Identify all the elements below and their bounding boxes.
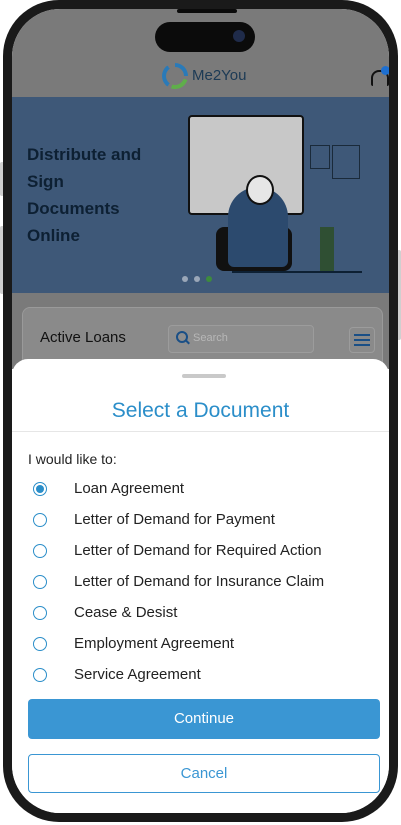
document-options: Loan Agreement Letter of Demand for Paym…	[28, 475, 378, 692]
radio-selected[interactable]	[33, 482, 47, 496]
option-loan-agreement[interactable]: Loan Agreement	[28, 475, 378, 506]
sheet-divider	[12, 431, 389, 432]
carousel-dots[interactable]	[182, 269, 218, 287]
brand-name: Me2You	[192, 67, 247, 84]
option-label: Letter of Demand for Payment	[74, 511, 275, 528]
cancel-button[interactable]: Cancel	[28, 754, 380, 793]
radio-unselected[interactable]	[33, 668, 47, 682]
filter-line	[354, 334, 370, 336]
radio-unselected[interactable]	[33, 606, 47, 620]
illustration-floor	[232, 271, 362, 273]
option-label: Service Agreement	[74, 666, 201, 683]
radio-unselected[interactable]	[33, 637, 47, 651]
carousel-dot-active[interactable]	[206, 276, 212, 282]
camera-icon	[233, 30, 245, 42]
document-select-sheet: Select a Document I would like to: Loan …	[12, 359, 389, 813]
banner-headline: Distribute and Sign Documents Online	[27, 145, 142, 245]
option-employment-agreement[interactable]: Employment Agreement	[28, 630, 378, 661]
radio-unselected[interactable]	[33, 513, 47, 527]
radio-unselected[interactable]	[33, 544, 47, 558]
bell-icon[interactable]	[369, 66, 389, 89]
sheet-handle[interactable]	[182, 374, 226, 378]
sheet-prompt: I would like to:	[28, 451, 117, 467]
carousel-dot[interactable]	[194, 276, 200, 282]
logo-icon	[162, 63, 188, 89]
filter-line	[354, 344, 370, 346]
option-demand-payment[interactable]: Letter of Demand for Payment	[28, 506, 378, 537]
illustration-head	[246, 175, 274, 205]
option-label: Cease & Desist	[74, 604, 178, 621]
search-icon-handle	[185, 339, 190, 345]
option-cease-desist[interactable]: Cease & Desist	[28, 599, 378, 630]
active-loans-title: Active Loans	[40, 329, 126, 346]
promo-banner[interactable]: Distribute and Sign Documents Online	[12, 97, 389, 293]
illustration-plant	[320, 227, 334, 271]
illustration-frame-small	[310, 145, 330, 169]
option-label: Letter of Demand for Required Action	[74, 542, 322, 559]
option-label: Employment Agreement	[74, 635, 235, 652]
option-service-agreement[interactable]: Service Agreement	[28, 661, 378, 692]
phone-frame: Me2You Distribute and Sign Documents Onl…	[3, 0, 398, 822]
app-header: Me2You	[12, 57, 389, 97]
option-demand-required-action[interactable]: Letter of Demand for Required Action	[28, 537, 378, 568]
search-icon	[176, 331, 190, 345]
option-label: Letter of Demand for Insurance Claim	[74, 573, 325, 590]
search-placeholder: Search	[193, 332, 228, 344]
sheet-title: Select a Document	[111, 399, 290, 422]
carousel-dot[interactable]	[182, 276, 188, 282]
option-label: Loan Agreement	[74, 480, 185, 497]
radio-unselected[interactable]	[33, 575, 47, 589]
filter-line	[354, 339, 370, 341]
speaker-grill	[177, 9, 237, 13]
option-demand-insurance-claim[interactable]: Letter of Demand for Insurance Claim	[28, 568, 378, 599]
filter-icon[interactable]	[349, 327, 375, 353]
illustration-frame-large	[332, 145, 360, 179]
search-input[interactable]: Search	[168, 325, 314, 353]
continue-button[interactable]: Continue	[28, 699, 380, 739]
dynamic-island	[155, 22, 255, 52]
notification-dot	[381, 66, 389, 75]
phone-screen: Me2You Distribute and Sign Documents Onl…	[12, 9, 389, 813]
